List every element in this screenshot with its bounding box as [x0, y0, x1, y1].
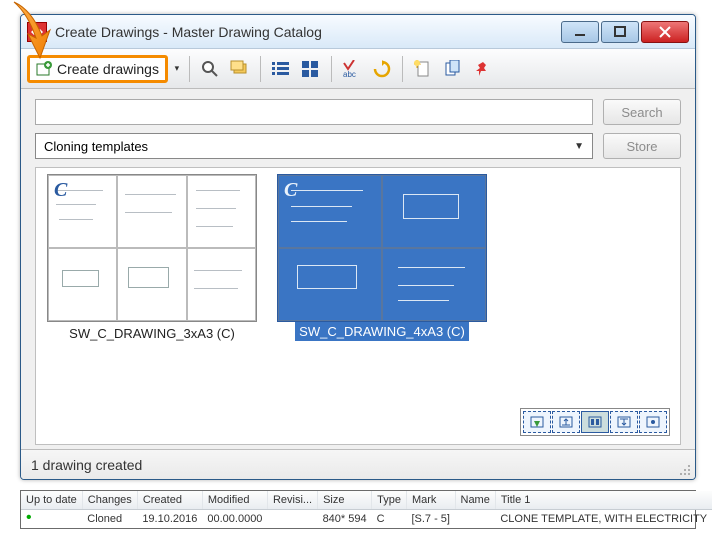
create-drawings-dropdown[interactable]: ▾ [172, 55, 182, 83]
folders-icon[interactable] [227, 56, 253, 82]
svg-text:abc: abc [343, 70, 356, 78]
cell-name [455, 510, 495, 529]
col-type[interactable]: Type [372, 491, 407, 510]
titlebar[interactable]: Create Drawings - Master Drawing Catalog [21, 15, 695, 49]
col-changes[interactable]: Changes [82, 491, 137, 510]
col-name[interactable]: Name [455, 491, 495, 510]
dialog-window: Create Drawings - Master Drawing Catalog… [20, 14, 696, 480]
separator [260, 56, 261, 82]
grid-view-icon[interactable] [298, 56, 324, 82]
create-drawings-button[interactable]: Create drawings [27, 55, 168, 83]
resize-grip[interactable] [677, 462, 691, 476]
body-area: Search Cloning templates ▼ Store [21, 89, 695, 449]
new-document-icon[interactable] [410, 56, 436, 82]
results-table: Up to date Changes Created Modified Revi… [20, 490, 696, 529]
cell-title1: CLONE TEMPLATE, WITH ELECTRICITY [495, 510, 712, 529]
cell-mark: [S.7 - 5] [406, 510, 455, 529]
copy-document-icon[interactable] [440, 56, 466, 82]
clone-badge: C [54, 179, 67, 202]
col-title1[interactable]: Title 1 [495, 491, 712, 510]
window-title: Create Drawings - Master Drawing Catalog [55, 24, 561, 40]
view-mode-5[interactable] [639, 411, 667, 433]
template-gallery: C SW_C_DRAWING_3xA3 (C) C SW_C_DRAWING_4… [35, 167, 681, 445]
cell-revision [267, 510, 317, 529]
col-size[interactable]: Size [318, 491, 372, 510]
separator [402, 56, 403, 82]
list-view-icon[interactable] [268, 56, 294, 82]
col-mark[interactable]: Mark [406, 491, 455, 510]
uptodate-indicator: • [26, 509, 32, 526]
col-created[interactable]: Created [137, 491, 202, 510]
template-label: SW_C_DRAWING_3xA3 (C) [69, 322, 235, 341]
table-row[interactable]: • Cloned 19.10.2016 00.00.0000 840* 594 … [21, 510, 712, 529]
close-button[interactable] [641, 21, 689, 43]
toolbar: Create drawings ▾ abc [21, 49, 695, 89]
col-revision[interactable]: Revisi... [267, 491, 317, 510]
cell-created: 19.10.2016 [137, 510, 202, 529]
view-mode-toolbar [520, 408, 670, 436]
search-button[interactable]: Search [603, 99, 681, 125]
status-text: 1 drawing created [31, 457, 142, 473]
category-combo[interactable]: Cloning templates ▼ [35, 133, 593, 159]
template-item-selected[interactable]: C SW_C_DRAWING_4xA3 (C) [272, 174, 492, 341]
clone-badge: C [284, 179, 297, 202]
abc-check-icon[interactable]: abc [339, 56, 365, 82]
store-button[interactable]: Store [603, 133, 681, 159]
col-uptodate[interactable]: Up to date [21, 491, 82, 510]
chevron-down-icon: ▼ [574, 141, 584, 152]
refresh-icon[interactable] [369, 56, 395, 82]
separator [189, 56, 190, 82]
view-mode-4[interactable] [610, 411, 638, 433]
cell-changes: Cloned [82, 510, 137, 529]
search-tool-icon[interactable] [197, 56, 223, 82]
category-combo-label: Cloning templates [44, 139, 148, 154]
search-input[interactable] [35, 99, 593, 125]
app-icon [27, 22, 47, 42]
view-mode-2[interactable] [552, 411, 580, 433]
col-modified[interactable]: Modified [202, 491, 267, 510]
separator [331, 56, 332, 82]
view-mode-3[interactable] [581, 411, 609, 433]
maximize-button[interactable] [601, 21, 639, 43]
status-bar: 1 drawing created [21, 449, 695, 479]
template-item[interactable]: C SW_C_DRAWING_3xA3 (C) [42, 174, 262, 341]
create-drawings-label: Create drawings [57, 61, 159, 77]
cell-modified: 00.00.0000 [202, 510, 267, 529]
create-drawings-icon [36, 61, 52, 77]
view-mode-1[interactable] [523, 411, 551, 433]
cell-type: C [372, 510, 407, 529]
table-header-row: Up to date Changes Created Modified Revi… [21, 491, 712, 510]
minimize-button[interactable] [561, 21, 599, 43]
pin-icon[interactable] [470, 56, 496, 82]
cell-size: 840* 594 [318, 510, 372, 529]
template-label: SW_C_DRAWING_4xA3 (C) [295, 322, 469, 341]
